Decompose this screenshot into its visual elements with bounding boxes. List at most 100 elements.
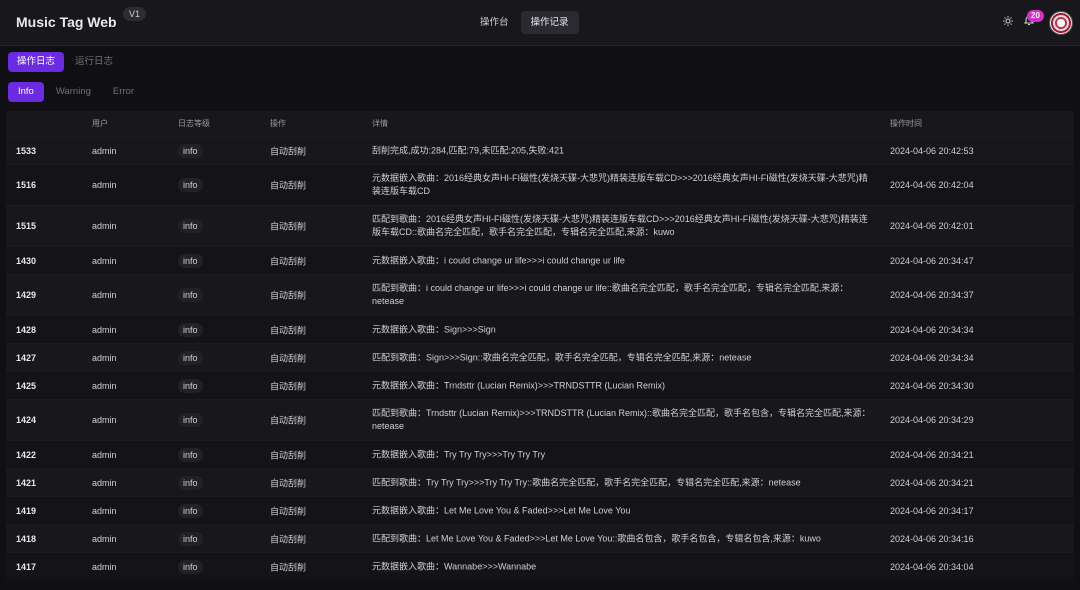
table-row: 1422 admin info 自动刮削 元数据嵌入歌曲：Try Try Try>>>T… — [6, 440, 1074, 468]
row-operation: 自动刮削 — [270, 534, 307, 544]
row-operation: 自动刮削 — [270, 506, 307, 516]
avatar[interactable] — [1049, 11, 1073, 35]
app-title: Music Tag Web — [16, 14, 117, 30]
col-detail: 详情 — [372, 119, 388, 128]
row-time: 2024-04-06 20:34:34 — [890, 324, 974, 335]
nav-records[interactable]: 操作记录 — [520, 11, 579, 34]
table-row: 1417 admin info 自动刮削 元数据嵌入歌曲：Wannabe>>>Wanna… — [6, 552, 1074, 580]
version-badge: V1 — [123, 7, 147, 21]
row-operation: 自动刮削 — [270, 381, 307, 391]
log-table: 用户 日志等级 操作 详情 操作时间 1533 admin info 自动刮削 刮削完成… — [6, 111, 1074, 580]
row-level: info — [178, 350, 203, 365]
row-detail: 元数据嵌入歌曲：i could change ur life>>>i could… — [372, 255, 625, 265]
table-header: 用户 日志等级 操作 详情 操作时间 — [6, 111, 1074, 136]
row-level: info — [178, 219, 203, 233]
table-row: 1429 admin info 自动刮削 匹配到歌曲：i could change ur… — [6, 274, 1074, 315]
tab-operation-log[interactable]: 操作日志 — [8, 52, 65, 72]
table-row: 1430 admin info 自动刮削 元数据嵌入歌曲：i could change … — [6, 246, 1074, 274]
row-id: 1424 — [16, 415, 37, 425]
row-detail: 元数据嵌入歌曲：Trndsttr (Lucian Remix)>>>TRNDST… — [372, 380, 665, 390]
level-warning[interactable]: Warning — [46, 82, 101, 102]
row-user: admin — [92, 290, 117, 300]
row-level: info — [178, 447, 203, 462]
row-id: 1425 — [16, 380, 37, 391]
row-detail: 元数据嵌入歌曲：Try Try Try>>>Try Try Try — [372, 449, 546, 459]
table-row: 1515 admin info 自动刮削 匹配到歌曲：2016经典女声HI-FI磁性(发… — [6, 205, 1074, 246]
sun-icon[interactable] — [1002, 15, 1014, 27]
row-time: 2024-04-06 20:34:21 — [890, 477, 974, 488]
row-user: admin — [92, 380, 117, 391]
row-id: 1430 — [16, 255, 37, 266]
row-id: 1418 — [16, 533, 37, 544]
row-user: admin — [92, 533, 117, 544]
row-time: 2024-04-06 20:42:04 — [890, 180, 974, 190]
row-id: 1421 — [16, 477, 37, 488]
row-level: info — [178, 503, 203, 518]
row-detail: 匹配到歌曲：Let Me Love You & Faded>>>Let Me L… — [372, 533, 821, 543]
row-operation: 自动刮削 — [270, 450, 307, 460]
table-row: 1425 admin info 自动刮削 元数据嵌入歌曲：Trndsttr (Lucia… — [6, 371, 1074, 399]
row-user: admin — [92, 255, 117, 266]
row-operation: 自动刮削 — [270, 221, 307, 232]
row-detail: 元数据嵌入歌曲：Sign>>>Sign — [372, 324, 496, 334]
row-time: 2024-04-06 20:42:01 — [890, 221, 974, 231]
row-level: info — [178, 413, 203, 427]
row-id: 1515 — [16, 221, 37, 231]
row-operation: 自动刮削 — [270, 325, 307, 335]
table-row: 1427 admin info 自动刮削 匹配到歌曲：Sign>>>Sign::歌曲名完… — [6, 343, 1074, 371]
row-detail: 匹配到歌曲：i could change ur life>>>i could c… — [372, 283, 849, 306]
table-body: 1533 admin info 自动刮削 刮削完成,成功:284,匹配:79,未匹配:2… — [6, 136, 1074, 580]
col-user: 用户 — [92, 119, 108, 128]
table-row: 1533 admin info 自动刮削 刮削完成,成功:284,匹配:79,未匹配:2… — [6, 136, 1074, 164]
level-info[interactable]: Info — [8, 82, 44, 102]
row-user: admin — [92, 352, 117, 363]
tab-runtime-log[interactable]: 运行日志 — [66, 52, 122, 72]
log-type-tabs: 操作日志 运行日志 — [8, 52, 122, 72]
table-row: 1428 admin info 自动刮削 元数据嵌入歌曲：Sign>>>Sign 2024… — [6, 315, 1074, 343]
row-user: admin — [92, 477, 117, 488]
row-time: 2024-04-06 20:34:21 — [890, 449, 974, 460]
row-time: 2024-04-06 20:42:53 — [890, 145, 974, 156]
row-user: admin — [92, 415, 117, 425]
row-detail: 匹配到歌曲：2016经典女声HI-FI磁性(发烧天碟-大悲咒)精装连版车载CD>… — [372, 214, 868, 237]
row-id: 1533 — [16, 145, 37, 156]
row-time: 2024-04-06 20:34:17 — [890, 505, 974, 516]
row-operation: 自动刮削 — [270, 180, 307, 191]
row-operation: 自动刮削 — [270, 562, 307, 572]
row-id: 1419 — [16, 505, 37, 516]
row-user: admin — [92, 145, 117, 156]
table-row: 1418 admin info 自动刮削 匹配到歌曲：Let Me Love You &… — [6, 524, 1074, 552]
row-operation: 自动刮削 — [270, 353, 307, 363]
row-detail: 元数据嵌入歌曲：2016经典女声HI-FI磁性(发烧天碟-大悲咒)精装连版车载C… — [372, 173, 868, 196]
row-user: admin — [92, 180, 117, 190]
row-level: info — [178, 475, 203, 490]
row-level: info — [178, 253, 203, 268]
row-time: 2024-04-06 20:34:16 — [890, 533, 974, 544]
row-detail: 元数据嵌入歌曲：Let Me Love You & Faded>>>Let Me… — [372, 505, 631, 515]
row-operation: 自动刮削 — [270, 256, 307, 266]
row-level: info — [178, 288, 203, 302]
row-user: admin — [92, 449, 117, 460]
col-level: 日志等级 — [178, 119, 210, 128]
table-row: 1421 admin info 自动刮削 匹配到歌曲：Try Try Try>>>Try… — [6, 468, 1074, 496]
row-level: info — [178, 531, 203, 546]
row-detail: 匹配到歌曲：Trndsttr (Lucian Remix)>>>TRNDSTTR… — [372, 408, 871, 431]
row-time: 2024-04-06 20:34:37 — [890, 290, 974, 300]
row-detail: 匹配到歌曲：Sign>>>Sign::歌曲名完全匹配，歌手名完全匹配，专辑名完全… — [372, 352, 752, 362]
level-error[interactable]: Error — [103, 82, 144, 102]
row-level: info — [178, 178, 203, 192]
row-user: admin — [92, 324, 117, 335]
col-operation: 操作 — [270, 119, 286, 128]
table-row: 1516 admin info 自动刮削 元数据嵌入歌曲：2016经典女声HI-FI磁性… — [6, 164, 1074, 205]
row-operation: 自动刮削 — [270, 146, 307, 156]
row-time: 2024-04-06 20:34:04 — [890, 561, 974, 572]
nav-console[interactable]: 操作台 — [470, 11, 519, 34]
row-operation: 自动刮削 — [270, 478, 307, 488]
row-level: info — [178, 559, 203, 574]
row-time: 2024-04-06 20:34:30 — [890, 380, 974, 391]
row-id: 1427 — [16, 352, 37, 363]
row-user: admin — [92, 221, 117, 231]
row-time: 2024-04-06 20:34:34 — [890, 352, 974, 363]
row-id: 1429 — [16, 290, 37, 300]
row-id: 1422 — [16, 449, 37, 460]
